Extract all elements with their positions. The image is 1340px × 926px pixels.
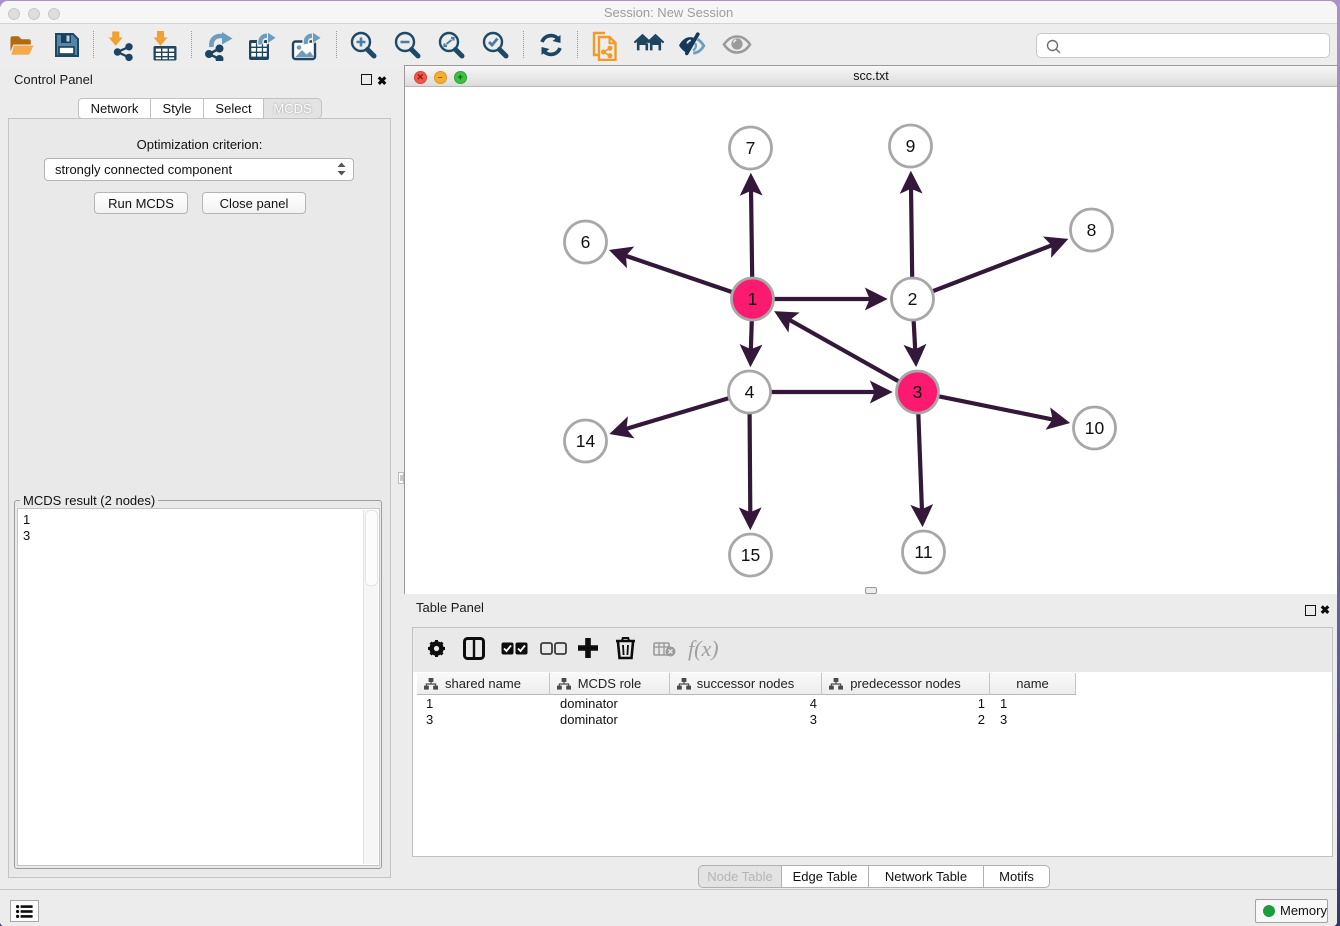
svg-text:7: 7 (745, 138, 755, 158)
svg-text:9: 9 (905, 136, 915, 156)
svg-text:3: 3 (912, 382, 922, 402)
svg-text:11: 11 (914, 542, 932, 562)
svg-text:8: 8 (1086, 220, 1096, 240)
svg-text:10: 10 (1084, 418, 1104, 438)
svg-text:6: 6 (580, 232, 590, 252)
svg-text:14: 14 (575, 431, 595, 451)
svg-text:1: 1 (747, 289, 757, 309)
svg-text:2: 2 (907, 289, 917, 309)
svg-text:15: 15 (740, 545, 759, 565)
svg-text:4: 4 (744, 382, 754, 402)
